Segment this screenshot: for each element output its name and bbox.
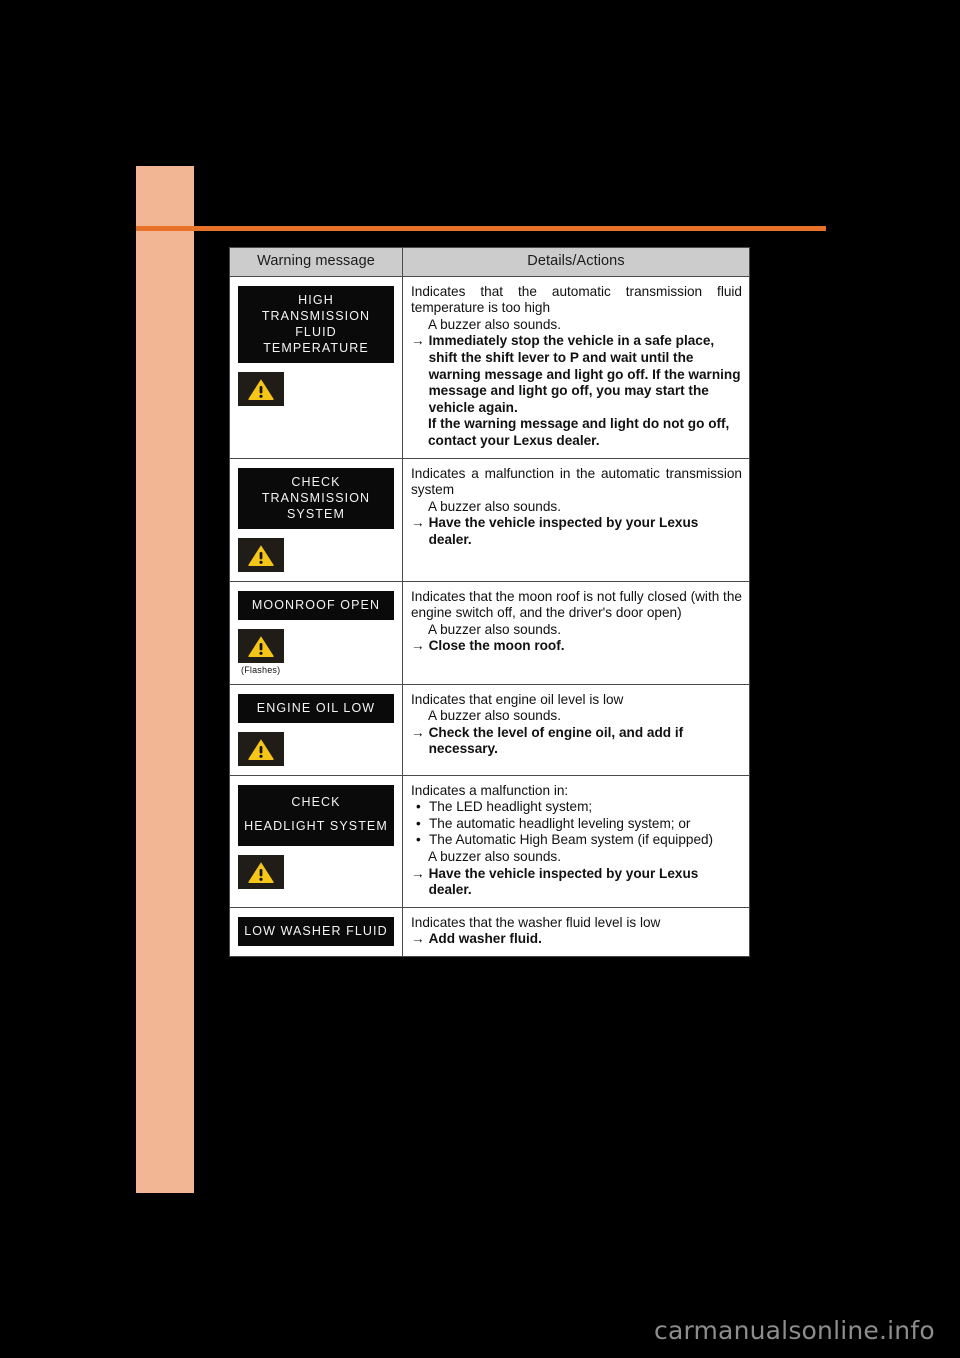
table-header-row: Warning message Details/Actions [230,248,749,277]
action-instruction: → Close the moon roof. [411,638,742,655]
warning-message-table: Warning message Details/Actions HIGH TRAN… [229,247,750,957]
action-instruction: → Add washer fluid. [411,931,742,948]
buzzer-note: A buzzer also sounds. [428,498,561,514]
detail-intro-text: Indicates that the automatic transmissio… [411,283,742,316]
cluster-display-message: MOONROOF OPEN [238,590,394,620]
warning-message-cell: CHECK TRANSMISSION SYSTEM [230,458,403,581]
bullet-text: The LED headlight system; [429,799,593,815]
detail-intro-text: Indicates a malfunction in: [411,782,569,798]
cluster-display-line: HEADLIGHT SYSTEM [244,818,388,833]
detail-intro-text: Indicates a malfunction in the automatic… [411,465,742,498]
warning-message-cell: HIGH TRANSMISSION FLUID TEMPERATURE [230,276,403,458]
arrow-right-icon: → [411,638,425,654]
action-text: Check the level of engine oil, and add i… [428,724,684,757]
arrow-right-icon: → [411,515,425,531]
cluster-display-line: TEMPERATURE [263,340,369,355]
detail-bullet-item: • The LED headlight system; [411,799,742,816]
action-text: Immediately stop the vehicle in a safe p… [428,333,741,415]
cluster-display-line: CHECK [291,794,341,809]
table-row: HIGH TRANSMISSION FLUID TEMPERATURE Indicat… [230,276,749,459]
cluster-display-line: CHECK [291,474,341,489]
table-row: CHECK HEADLIGHT SYSTEM Indicates a malfunc… [230,775,749,908]
cluster-display-line: MOONROOF OPEN [251,597,381,612]
warning-triangle-icon [238,537,284,572]
bullet-dot-icon: • [416,799,421,815]
cluster-display-message: LOW WASHER FLUID [238,916,394,946]
table-row: CHECK TRANSMISSION SYSTEM Indicates a malfu… [230,458,749,582]
action-instruction: → Immediately stop the vehicle in a safe … [411,333,742,416]
cluster-display-line: TRANSMISSION [261,490,371,505]
detail-bullet-item: • The automatic headlight leveling system… [411,816,742,833]
table-row: ENGINE OIL LOW Indicates that engine oil … [230,684,749,776]
warning-triangle-icon [238,628,284,663]
warning-message-cell: ENGINE OIL LOW [230,684,403,775]
warning-triangle-icon [238,371,284,406]
cluster-display-line: LOW WASHER FLUID [244,923,388,938]
action-text: Have the vehicle inspected by your Lexus… [428,515,699,547]
table-row: LOW WASHER FLUID Indicates that the washe… [230,907,749,956]
warning-triangle-icon [238,854,284,889]
action-extra-text: If the warning message and light do not … [428,416,730,448]
page-accent-band [136,166,194,1193]
cluster-display-line: HIGH [298,292,334,307]
cluster-display-message: CHECK HEADLIGHT SYSTEM [238,784,394,846]
bullet-dot-icon: • [416,815,421,831]
bullet-text: The Automatic High Beam system (if equip… [429,832,714,848]
table-row: MOONROOF OPEN (Flashes) Indicates that the… [230,581,749,685]
action-text: Add washer fluid. [428,931,542,947]
detail-intro-text: Indicates that the washer fluid level is… [411,914,661,930]
bullet-dot-icon: • [416,832,421,848]
table-body: HIGH TRANSMISSION FLUID TEMPERATURE Indicat… [230,276,749,956]
buzzer-note: A buzzer also sounds. [428,708,561,724]
details-actions-cell: Indicates a malfunction in: • The LED head… [403,776,749,907]
details-actions-cell: Indicates that engine oil level is low A … [403,685,749,775]
action-text: Have the vehicle inspected by your Lexus… [428,865,699,898]
action-instruction: → Have the vehicle inspected by your Lexu… [411,866,742,899]
detail-intro-text: Indicates that the moon roof is not full… [411,588,742,621]
details-actions-cell: Indicates that the moon roof is not full… [403,582,749,684]
icon-flashes-note: (Flashes) [241,664,281,675]
arrow-right-icon: → [411,865,425,881]
action-text: Close the moon roof. [428,638,565,654]
bullet-text: The automatic headlight leveling system;… [429,815,691,831]
detail-intro-text: Indicates that engine oil level is low [411,691,624,707]
arrow-right-icon: → [411,333,425,349]
page-accent-rule [136,226,826,231]
action-instruction: → Have the vehicle inspected by your Lexu… [411,515,742,548]
warning-message-cell: CHECK HEADLIGHT SYSTEM [230,775,403,907]
action-instruction: → Check the level of engine oil, and add … [411,725,742,758]
column-header-details-actions: Details/Actions [403,248,749,276]
buzzer-note: A buzzer also sounds. [428,848,561,864]
cluster-display-line: TRANSMISSION FLUID [261,308,371,339]
warning-message-cell: MOONROOF OPEN (Flashes) [230,581,403,684]
arrow-right-icon: → [411,931,425,947]
details-actions-cell: Indicates that the automatic transmissio… [403,277,749,458]
site-watermark: carmanualsonline.info [654,1316,935,1345]
detail-bullet-list: • The LED headlight system; • The automatic… [411,799,742,849]
cluster-display-message: ENGINE OIL LOW [238,693,394,723]
cluster-display-line: ENGINE OIL LOW [256,700,376,715]
arrow-right-icon: → [411,724,425,740]
cluster-display-line: SYSTEM [287,506,345,521]
warning-message-cell: LOW WASHER FLUID [230,907,403,956]
details-actions-cell: Indicates that the washer fluid level is… [403,908,749,956]
details-actions-cell: Indicates a malfunction in the automatic… [403,459,749,581]
cluster-display-message: CHECK TRANSMISSION SYSTEM [238,467,394,529]
cluster-display-message: HIGH TRANSMISSION FLUID TEMPERATURE [238,285,394,363]
warning-triangle-icon [238,731,284,766]
column-header-warning-message: Warning message [230,248,403,276]
detail-bullet-item: • The Automatic High Beam system (if equi… [411,832,742,849]
buzzer-note: A buzzer also sounds. [428,316,561,332]
buzzer-note: A buzzer also sounds. [428,621,561,637]
